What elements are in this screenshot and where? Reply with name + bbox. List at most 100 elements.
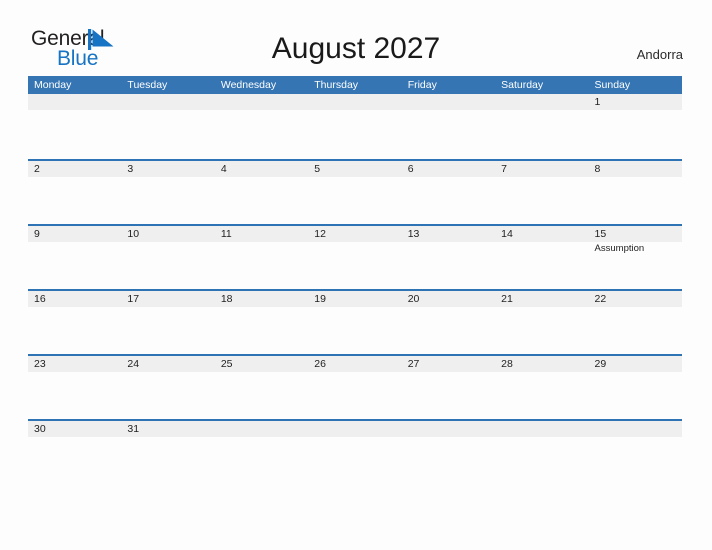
day-number: 3 — [127, 163, 134, 175]
day-number: 15 — [594, 228, 607, 240]
day-cell[interactable]: 12 — [308, 226, 402, 289]
day-number: 21 — [501, 293, 513, 305]
day-number-band — [214, 94, 309, 110]
calendar-week-row: 9 10 11 12 13 14 15 Assumption — [28, 224, 682, 289]
day-cell[interactable]: 4 — [214, 161, 309, 224]
day-number-band — [214, 161, 309, 177]
day-cell[interactable]: 17 — [121, 291, 215, 354]
day-cell[interactable]: 9 — [28, 226, 122, 289]
day-cell[interactable] — [308, 421, 402, 484]
day-number-band — [495, 161, 589, 177]
day-cell[interactable]: 29 — [588, 356, 682, 419]
day-cell[interactable] — [401, 421, 496, 484]
day-number-band — [308, 421, 402, 437]
day-number-band — [308, 161, 402, 177]
day-cell[interactable]: 6 — [401, 161, 496, 224]
calendar-week-row: 23 24 25 26 27 28 29 — [28, 354, 682, 419]
day-number: 25 — [220, 358, 233, 370]
day-number-band — [28, 226, 122, 242]
day-cell[interactable]: 27 — [401, 356, 496, 419]
weekday-header-wednesday: Wednesday — [220, 79, 277, 91]
day-number: 30 — [34, 423, 46, 435]
day-number-band — [28, 161, 122, 177]
day-number-band — [214, 421, 309, 437]
holiday-label: Assumption — [594, 243, 645, 254]
day-cell[interactable] — [214, 421, 309, 484]
calendar-week-row: 16 17 18 19 20 21 22 — [28, 289, 682, 354]
calendar-grid: Monday Tuesday Wednesday Thursday Friday… — [28, 76, 682, 484]
day-cell[interactable]: 20 — [401, 291, 496, 354]
day-number-band — [121, 161, 215, 177]
weekday-header-thursday: Thursday — [314, 79, 359, 91]
day-cell[interactable]: 18 — [214, 291, 309, 354]
day-cell[interactable]: 22 — [588, 291, 682, 354]
day-cell[interactable] — [588, 421, 682, 484]
day-number: 11 — [220, 228, 232, 240]
day-cell[interactable]: 7 — [495, 161, 589, 224]
day-cell[interactable] — [401, 94, 496, 159]
day-number: 31 — [127, 423, 140, 435]
day-number-band — [495, 421, 589, 437]
day-cell[interactable]: 21 — [495, 291, 589, 354]
weekday-header-sunday: Sunday — [594, 79, 631, 91]
day-cell[interactable]: 31 — [121, 421, 215, 484]
day-number-band — [401, 94, 496, 110]
weekday-header-monday: Monday — [34, 79, 72, 91]
day-cell[interactable]: 15 Assumption — [588, 226, 682, 289]
day-number: 4 — [220, 163, 227, 175]
day-cell[interactable] — [495, 421, 589, 484]
week-cells: 23 24 25 26 27 28 29 — [28, 356, 682, 419]
day-number: 2 — [34, 163, 40, 175]
day-cell[interactable]: 25 — [214, 356, 309, 419]
day-number-band — [401, 421, 496, 437]
day-number-band — [588, 94, 682, 110]
calendar-week-row: 1 — [28, 94, 682, 159]
calendar-week-row: 2 3 4 5 6 7 8 — [28, 159, 682, 224]
day-number: 27 — [407, 358, 420, 370]
day-cell[interactable]: 19 — [308, 291, 402, 354]
page-title: August 2027 — [271, 32, 441, 65]
day-cell[interactable]: 8 — [588, 161, 682, 224]
day-cell[interactable]: 26 — [308, 356, 402, 419]
day-cell[interactable] — [495, 94, 589, 159]
day-cell[interactable]: 16 — [28, 291, 122, 354]
day-number: 10 — [127, 228, 140, 240]
day-cell[interactable]: 30 — [28, 421, 122, 484]
day-number-band — [401, 161, 496, 177]
day-cell[interactable] — [308, 94, 402, 159]
day-cell[interactable]: 28 — [495, 356, 589, 419]
day-cell[interactable]: 11 — [214, 226, 309, 289]
day-number: 9 — [34, 228, 40, 240]
day-number-band — [28, 94, 122, 110]
day-number: 6 — [407, 163, 414, 175]
weekday-header-tuesday: Tuesday — [127, 79, 168, 91]
day-number: 12 — [314, 228, 326, 240]
day-number: 7 — [501, 163, 507, 175]
day-number: 14 — [501, 228, 513, 240]
day-cell[interactable]: 10 — [121, 226, 215, 289]
day-cell[interactable]: 14 — [495, 226, 589, 289]
day-cell[interactable]: 5 — [308, 161, 402, 224]
day-number: 23 — [34, 358, 46, 370]
calendar-weeks: 1 2 3 4 5 6 7 8 9 10 11 12 13 14 15 Assumption 16 17 18 19 2… — [28, 94, 682, 484]
week-cells: 2 3 4 5 6 7 8 — [28, 161, 682, 224]
day-cell[interactable]: 23 — [28, 356, 122, 419]
day-cell[interactable]: 13 — [401, 226, 496, 289]
day-cell[interactable]: 3 — [121, 161, 215, 224]
day-cell[interactable]: 2 — [28, 161, 122, 224]
week-cells: 1 — [28, 94, 682, 159]
day-number: 13 — [407, 228, 420, 240]
day-cell[interactable]: 1 — [588, 94, 682, 159]
day-cell[interactable] — [28, 94, 122, 159]
day-number: 29 — [594, 358, 607, 370]
day-number: 20 — [407, 293, 420, 305]
weekday-header-row: Monday Tuesday Wednesday Thursday Friday… — [28, 76, 682, 94]
weekday-header-saturday: Saturday — [501, 79, 544, 91]
day-cell[interactable] — [121, 94, 215, 159]
day-cell[interactable] — [214, 94, 309, 159]
week-cells: 16 17 18 19 20 21 22 — [28, 291, 682, 354]
day-cell[interactable]: 24 — [121, 356, 215, 419]
day-number-band — [588, 161, 682, 177]
day-number: 17 — [127, 293, 140, 305]
day-number: 18 — [220, 293, 233, 305]
